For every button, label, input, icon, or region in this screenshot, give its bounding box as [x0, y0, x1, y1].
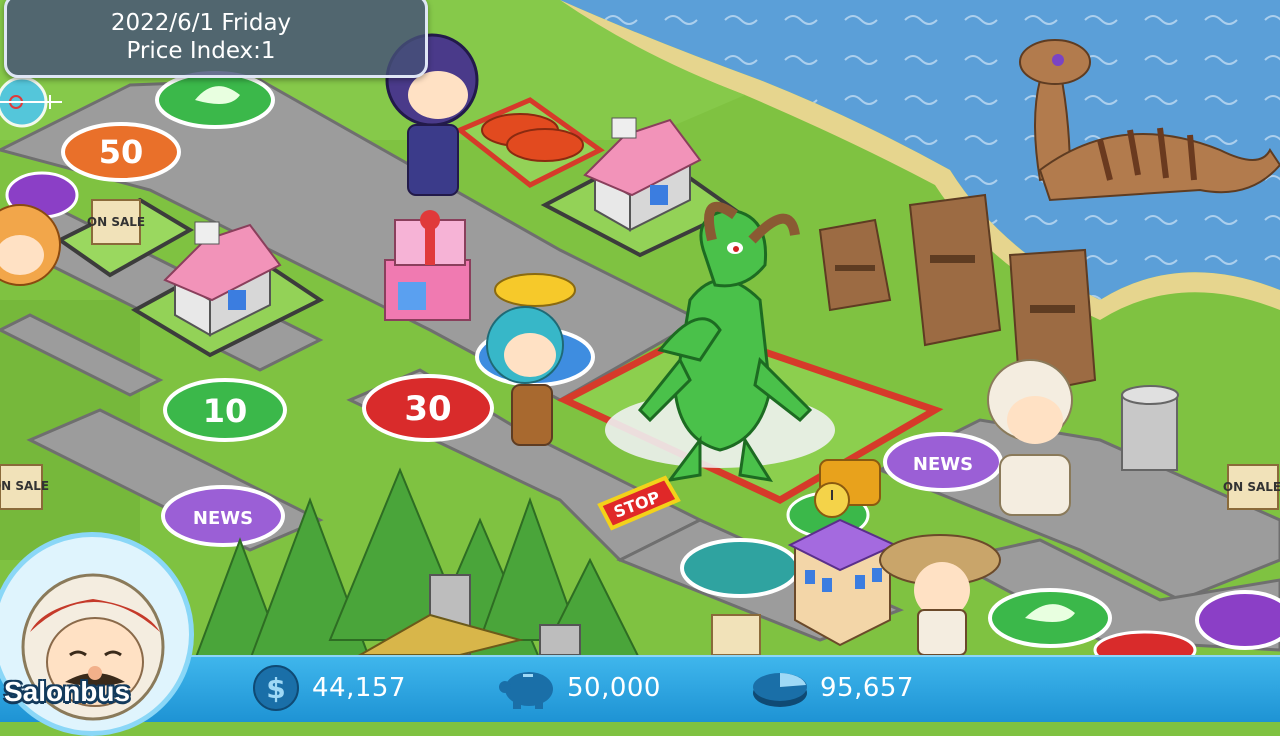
office-building	[787, 518, 898, 647]
player-name: Salonbus	[4, 676, 131, 707]
tile-50-label: 50	[99, 133, 144, 171]
assets-stat: 95,657	[750, 663, 914, 713]
dollar-coin-icon: $	[253, 665, 299, 711]
svg-text:$: $	[266, 672, 285, 705]
gift-shop	[384, 210, 471, 321]
news-tile-label-2: NEWS	[913, 454, 973, 475]
assets-value: 95,657	[820, 673, 914, 703]
on-sale-sign-3: ON SALE	[1223, 480, 1280, 494]
price-index: Price Index:1	[126, 38, 276, 64]
cash-stat: $ 44,157	[250, 663, 406, 713]
cash-value: 44,157	[312, 673, 406, 703]
piggy-bank-icon	[499, 672, 553, 709]
game-board: 50 30 10 NEWS NEWS STOP ON SALE N SALE O…	[0, 0, 1280, 670]
savings-stat: 50,000	[497, 663, 661, 713]
current-date: 2022/6/1 Friday	[110, 10, 292, 36]
dynamite-bomb	[814, 459, 881, 518]
on-sale-sign-1: ON SALE	[87, 215, 145, 229]
date-panel: 2022/6/1 Friday Price Index:1	[4, 0, 428, 78]
oil-barrel	[1121, 385, 1179, 471]
tile-10-label: 10	[203, 392, 248, 430]
tile-30-label: 30	[404, 389, 451, 429]
explorer-character	[879, 534, 1001, 656]
on-sale-sign-2: ON SALE	[0, 479, 49, 493]
pie-chart-icon	[753, 673, 807, 707]
news-tile-label: NEWS	[193, 508, 253, 529]
savings-value: 50,000	[567, 673, 661, 703]
